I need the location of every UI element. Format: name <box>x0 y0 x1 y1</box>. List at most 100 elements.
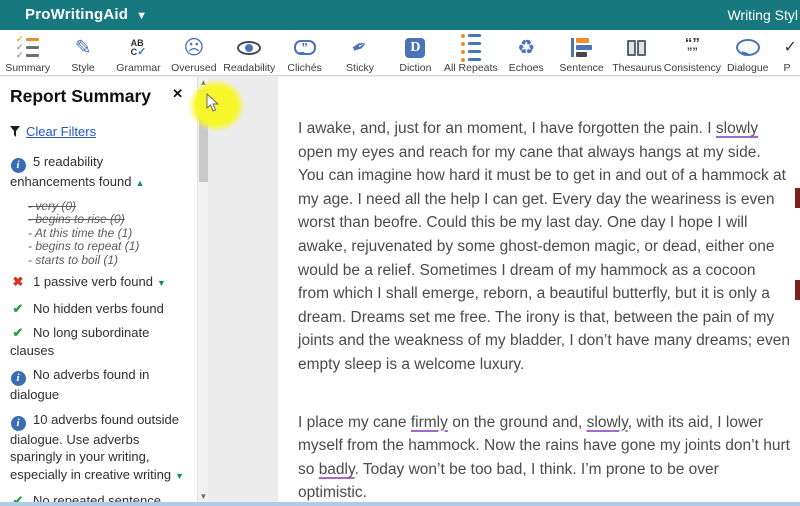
adverb-highlight[interactable]: slowly <box>587 414 628 431</box>
content-area: Report Summary ✕ Clear Filters i5 readab… <box>0 77 800 502</box>
summary-item[interactable]: ✔ No hidden verbs found <box>10 300 187 318</box>
report-summary-panel: Report Summary ✕ Clear Filters i5 readab… <box>0 77 197 502</box>
check-icon: ✔ <box>12 300 24 316</box>
toolbar-item-label: All Repeats <box>443 62 498 74</box>
writing-style-label[interactable]: Writing Styl <box>727 0 798 30</box>
style-icon: ✎ <box>74 36 92 59</box>
summary-subitem[interactable]: - begins to repeat (1) <box>28 239 187 254</box>
check-icon: ✔ <box>12 493 24 502</box>
toolbar-item-thesaurus[interactable]: Thesaurus <box>609 30 664 75</box>
toolbar-item-readability[interactable]: Readability <box>222 30 277 75</box>
toolbar-item-echoes[interactable]: ♻ Echoes <box>499 30 554 75</box>
toolbar-item-summary[interactable]: ✓ ✓ ✓ Summary <box>0 30 55 75</box>
sentence-icon <box>571 35 593 60</box>
document-page[interactable]: I awake, and, just for an moment, I have… <box>278 77 800 502</box>
chevron-down-icon[interactable]: ▼ <box>157 278 166 288</box>
summary-item-text: No adverbs found in dialogue <box>10 367 150 402</box>
chevron-up-icon[interactable]: ▲ <box>135 178 144 188</box>
toolbar-item-label: P <box>783 62 791 74</box>
doc-text: open my eyes and reach for my cane that … <box>298 143 790 373</box>
diction-icon: D <box>405 35 426 60</box>
summary-item-text: No repeated sentence starts found <box>33 493 161 502</box>
doc-text: I place my cane <box>298 413 411 431</box>
filter-icon <box>10 126 20 137</box>
summary-item[interactable]: ✖ 1 passive verb found ▼ <box>10 273 187 293</box>
toolbar-item-label: Consistency <box>663 62 721 74</box>
document-text: I awake, and, just for an moment, I have… <box>278 77 800 502</box>
check-icon: ✔ <box>12 325 24 340</box>
adverb-highlight[interactable]: firmly <box>411 414 448 431</box>
summary-items: i5 readability enhancements found ▲ - very… <box>10 153 187 502</box>
summary-subitem[interactable]: - starts to boil (1) <box>28 253 187 268</box>
toolbar-item-label: Echoes <box>508 62 544 74</box>
document-paragraph: I place my cane firmly on the ground and… <box>298 411 790 502</box>
summary-item[interactable]: i No adverbs found in dialogue <box>10 366 187 404</box>
toolbar-item-sticky[interactable]: ✒ Sticky <box>332 30 387 75</box>
sticky-icon: ✒ <box>348 34 372 61</box>
grammar-icon: AB C✓ <box>130 37 147 58</box>
brand-menu[interactable]: ProWritingAid ▼ <box>25 0 147 30</box>
echoes-icon: ♻ <box>517 36 536 59</box>
toolbar-item-label: Sticky <box>346 62 375 74</box>
consistency-icon: “””” <box>684 34 700 58</box>
clear-filters-row: Clear Filters <box>10 124 197 139</box>
info-icon: i <box>10 411 26 431</box>
summary-subitem[interactable]: - very (0) <box>28 199 187 214</box>
summary-item-text: 10 adverbs found outside dialogue. Use a… <box>10 411 179 482</box>
toolbar-item-label: Readability <box>223 62 276 74</box>
toolbar-item-dialogue[interactable]: Dialogue <box>720 30 775 75</box>
toolbar-item-consistency[interactable]: “””” Consistency <box>663 30 721 75</box>
summary-item[interactable]: ✔ No long subordinate clauses <box>10 324 187 359</box>
summary-subitem[interactable]: - begins to rise (0) <box>28 212 187 227</box>
adverb-highlight[interactable]: slowly <box>716 120 758 137</box>
toolbar-item-style[interactable]: ✎ Style <box>55 30 110 75</box>
toolbar-item-label: Summary <box>5 62 51 74</box>
toolbar-item-grammar[interactable]: AB C✓ Grammar <box>111 30 166 75</box>
readability-icon <box>237 35 262 60</box>
toolbar-item-diction[interactable]: D Diction <box>388 30 443 75</box>
pacing-icon: ✓ <box>783 38 797 56</box>
close-icon[interactable]: ✕ <box>172 86 183 102</box>
top-bar: ProWritingAid ▼ Writing Styl <box>0 0 800 30</box>
panel-scrollbar[interactable]: ▲ ▼ <box>197 77 208 502</box>
cliches-icon: ” <box>293 35 316 60</box>
summary-item-text: 1 passive verb found <box>33 274 153 289</box>
toolbar-item-label: Diction <box>399 62 432 74</box>
toolbar-item-overused[interactable]: ☹ Overused <box>166 30 221 75</box>
summary-item[interactable]: i5 readability enhancements found ▲ <box>10 153 187 193</box>
doc-text: . Today won’t be too bad, I think. I’m p… <box>298 460 719 502</box>
toolbar-item-label: Sentence <box>559 62 604 74</box>
toolbar-item-label: Grammar <box>116 62 161 74</box>
info-icon: i <box>10 153 26 173</box>
all-repeats-icon <box>460 33 481 62</box>
brand-label: ProWritingAid <box>25 6 129 23</box>
toolbar-item-label: Dialogue <box>727 62 769 74</box>
summary-item[interactable]: ✔ No repeated sentence starts found <box>10 492 187 502</box>
toolbar-item-p[interactable]: ✓ P <box>775 30 800 75</box>
toolbar-item-label: Thesaurus <box>612 62 662 74</box>
summary-icon: ✓ ✓ ✓ <box>16 35 40 60</box>
scrollbar-thumb[interactable] <box>199 90 208 182</box>
doc-text: on the ground and, <box>447 413 587 431</box>
issue-marker[interactable] <box>795 188 800 208</box>
toolbar-item-clich-s[interactable]: ” Clichés <box>277 30 332 75</box>
toolbar-item-all-repeats[interactable]: All Repeats <box>443 30 498 75</box>
thesaurus-icon <box>627 35 647 60</box>
panel-title: Report Summary <box>10 86 152 106</box>
adverb-highlight[interactable]: badly <box>319 461 355 478</box>
toolbar-item-label: Overused <box>171 62 217 74</box>
summary-item-text: No long subordinate clauses <box>10 325 150 358</box>
chevron-down-icon: ▼ <box>136 10 148 22</box>
bottom-divider <box>0 502 800 506</box>
clear-filters-link[interactable]: Clear Filters <box>26 124 96 139</box>
chevron-down-icon[interactable]: ▼ <box>175 471 184 481</box>
document-paragraph: I awake, and, just for an moment, I have… <box>298 117 790 377</box>
summary-item-text: 5 readability enhancements found <box>10 154 132 189</box>
issue-marker[interactable] <box>795 280 800 300</box>
overused-icon: ☹ <box>183 36 205 59</box>
summary-item[interactable]: i 10 adverbs found outside dialogue. Use … <box>10 411 187 486</box>
summary-subitem[interactable]: - At this time the (1) <box>28 226 187 241</box>
toolbar-item-sentence[interactable]: Sentence <box>554 30 609 75</box>
app-window: ProWritingAid ▼ Writing Styl ✓ ✓ ✓ Summary ✎ S… <box>0 0 800 506</box>
summary-item-text: No hidden verbs found <box>33 300 164 316</box>
